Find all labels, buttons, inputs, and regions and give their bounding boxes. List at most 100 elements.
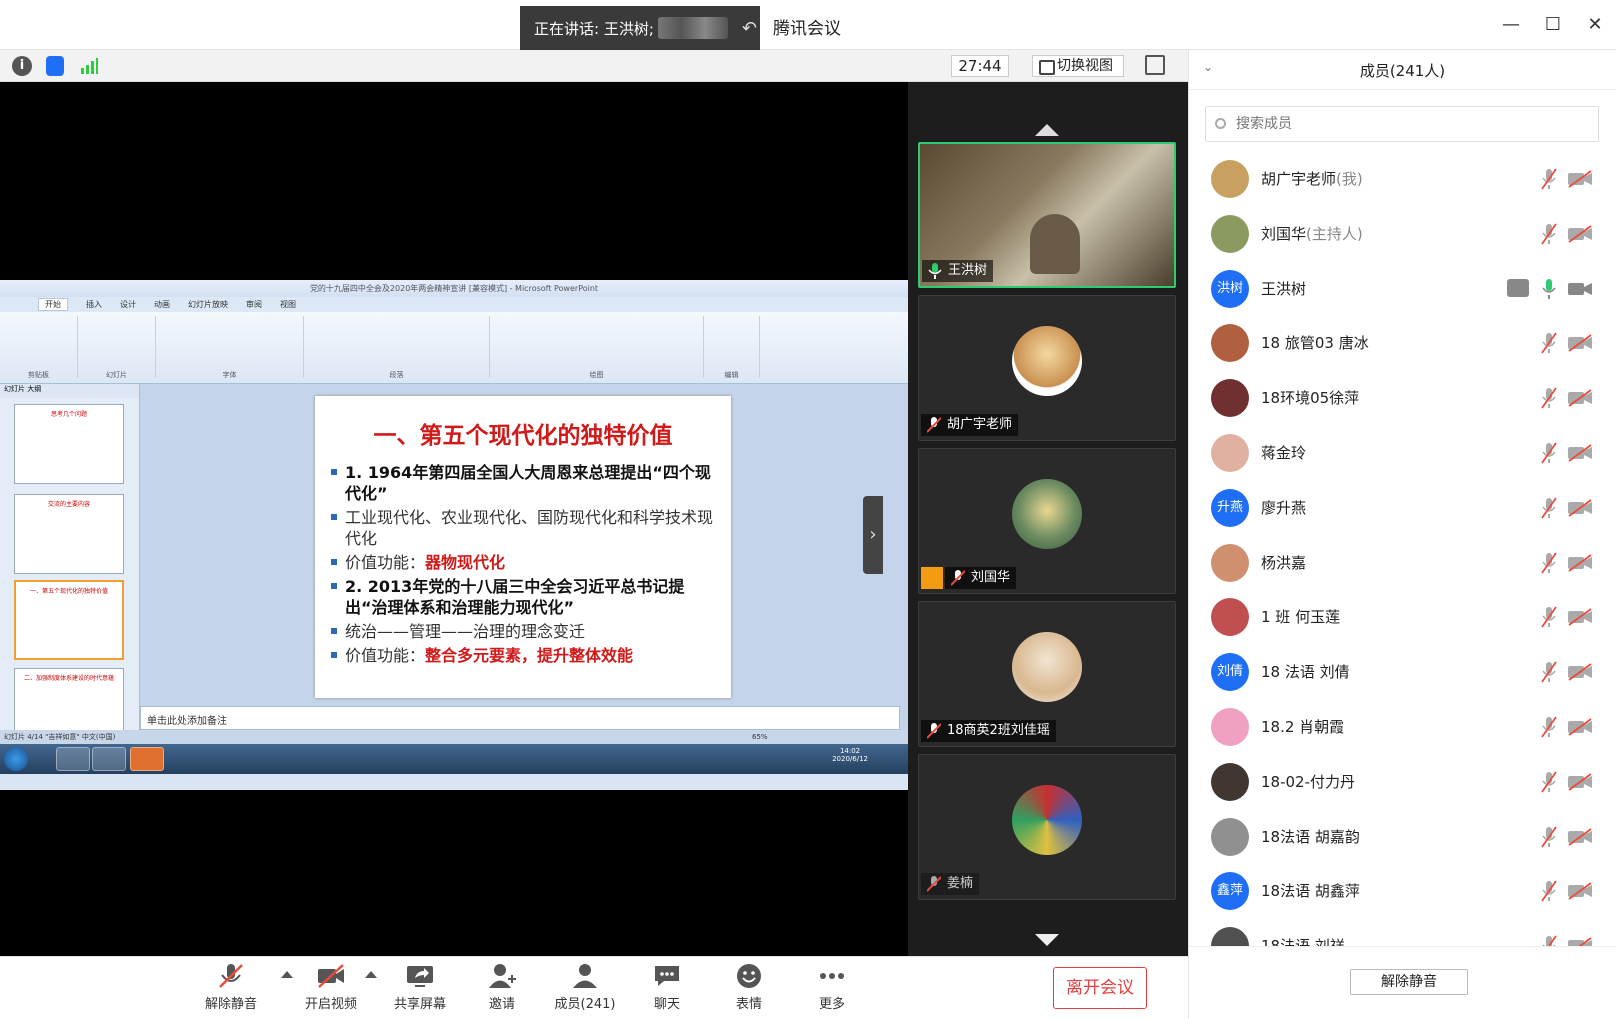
member-row[interactable]: 刘倩 18 法语 刘倩: [1189, 643, 1616, 698]
leave-meeting-button[interactable]: 离开会议: [1053, 967, 1147, 1009]
mic-off-icon[interactable]: [1541, 826, 1557, 848]
mic-off-icon[interactable]: [1541, 716, 1557, 738]
close-button[interactable]: ✕: [1582, 12, 1608, 38]
chat-button[interactable]: 聊天: [647, 961, 687, 1017]
mic-off-icon[interactable]: [1541, 387, 1557, 409]
video-tile-active[interactable]: 王洪树: [918, 142, 1176, 288]
camera-icon[interactable]: [1567, 280, 1593, 298]
camera-off-icon[interactable]: [1567, 663, 1593, 681]
scroll-down-icon[interactable]: [1035, 934, 1059, 946]
video-tile[interactable]: 刘国华: [918, 448, 1176, 594]
mic-on-icon[interactable]: [1541, 278, 1557, 300]
member-row[interactable]: 杨洪嘉: [1189, 534, 1616, 589]
member-row[interactable]: 18-02-付力丹: [1189, 753, 1616, 808]
info-icon[interactable]: i: [12, 56, 32, 76]
member-avatar: [1211, 543, 1249, 582]
camera-off-icon[interactable]: [1567, 827, 1593, 846]
camera-off-icon[interactable]: [1567, 718, 1593, 736]
camera-off-icon[interactable]: [1567, 170, 1593, 188]
ppt-tab: 插入: [86, 300, 102, 309]
maximize-button[interactable]: ☐: [1540, 12, 1566, 38]
emoji-button[interactable]: 表情: [729, 961, 769, 1017]
member-row[interactable]: 18环境05徐萍: [1189, 369, 1616, 424]
member-row[interactable]: 胡广宇老师(我): [1189, 150, 1616, 205]
sharing-screen-icon: [1507, 278, 1529, 297]
return-icon[interactable]: ↶: [742, 18, 757, 39]
video-name-tag: 王洪树: [922, 260, 994, 282]
share-screen-button[interactable]: 共享屏幕: [390, 961, 450, 1017]
member-row[interactable]: 蒋金玲: [1189, 424, 1616, 479]
member-avatar: [1211, 927, 1249, 946]
member-row[interactable]: 18.2 肖朝霞: [1189, 698, 1616, 753]
mic-off-icon[interactable]: [1541, 497, 1557, 519]
camera-off-icon[interactable]: [1567, 225, 1593, 243]
member-row[interactable]: 18法语 胡嘉韵: [1189, 808, 1616, 863]
member-avatar: [1211, 214, 1249, 253]
video-tile[interactable]: 姜楠: [918, 754, 1176, 900]
video-tile[interactable]: 18商英2班刘佳瑶: [918, 601, 1176, 747]
camera-off-icon[interactable]: [1567, 334, 1593, 353]
member-name: 王洪树: [1261, 279, 1307, 298]
slide-bullet: 1. 1964年第四届全国人大周恩来总理提出“四个现代化”: [331, 462, 715, 504]
share-screen-icon: [407, 966, 433, 987]
mic-off-icon[interactable]: [1541, 332, 1557, 354]
camera-off-icon[interactable]: [1567, 608, 1593, 627]
taskbar-explorer-icon: [56, 747, 90, 771]
mic-off-icon[interactable]: [1541, 606, 1557, 628]
unmute-all-button[interactable]: 解除静音: [1350, 969, 1468, 995]
member-row[interactable]: 洪树 王洪树: [1189, 260, 1616, 315]
camera-off-icon[interactable]: [1567, 499, 1593, 517]
invite-button[interactable]: 邀请: [482, 961, 522, 1017]
signal-icon[interactable]: [80, 58, 98, 74]
camera-off-icon[interactable]: [1567, 553, 1593, 572]
member-name: 18法语 刘祥: [1261, 935, 1345, 946]
mic-off-icon[interactable]: [1541, 771, 1557, 793]
security-shield-icon[interactable]: [46, 56, 64, 76]
mic-off-icon[interactable]: [1541, 661, 1557, 683]
camera-off-icon[interactable]: [1567, 389, 1593, 407]
member-search-input[interactable]: [1205, 106, 1599, 142]
video-tile[interactable]: 胡广宇老师: [918, 295, 1176, 441]
member-row[interactable]: 鑫萍 18法语 胡鑫萍: [1189, 862, 1616, 917]
member-name: 胡广宇老师(我): [1261, 170, 1363, 188]
unmute-button[interactable]: 解除静音: [200, 961, 262, 1017]
start-button-icon: [4, 747, 28, 771]
member-row[interactable]: 刘国华(主持人): [1189, 205, 1616, 260]
mic-off-icon[interactable]: [1541, 442, 1557, 464]
switch-view-button[interactable]: 切换视图: [1032, 55, 1124, 77]
mic-off-icon[interactable]: [1541, 168, 1557, 190]
shared-screen: 党的十九届四中全会及2020年两会精神宣讲 [兼容模式] - Microsoft…: [0, 82, 908, 956]
camera-off-icon[interactable]: [1567, 444, 1593, 462]
member-panel: ⌄ 成员(241人) 胡广宇老师(我) 刘国华(主持人) 洪树王洪树 18 旅管03 …: [1188, 50, 1616, 1019]
member-name: 廖升燕: [1261, 498, 1307, 517]
more-button[interactable]: 更多: [812, 961, 852, 1017]
camera-off-icon[interactable]: [1567, 882, 1593, 901]
participant-avatar: [1012, 632, 1082, 702]
participant-avatar: [1012, 479, 1082, 549]
video-options-caret-icon[interactable]: [365, 971, 377, 978]
member-row[interactable]: 18法语 刘祥: [1189, 917, 1616, 946]
mic-off-icon[interactable]: [1541, 880, 1557, 902]
slide-bullet: 工业现代化、农业现代化、国防现代化和科学技术现代化: [331, 507, 715, 549]
minimize-button[interactable]: —: [1498, 12, 1524, 38]
mic-off-icon[interactable]: [1541, 935, 1557, 946]
more-icon: [820, 973, 844, 979]
camera-off-icon[interactable]: [1567, 937, 1593, 946]
slide-bullet: 价值功能：整合多元要素，提升整体效能: [331, 645, 715, 666]
powerpoint-window: 党的十九届四中全会及2020年两会精神宣讲 [兼容模式] - Microsoft…: [0, 280, 908, 790]
taskbar-powerpoint-icon: [130, 747, 164, 771]
members-button[interactable]: 成员(241): [550, 961, 620, 1017]
expand-panel-handle[interactable]: ›: [863, 496, 883, 574]
member-row[interactable]: 18 旅管03 唐冰: [1189, 314, 1616, 369]
mic-off-icon[interactable]: [1541, 223, 1557, 245]
audio-options-caret-icon[interactable]: [281, 971, 293, 978]
ppt-tab: 开始: [38, 298, 68, 311]
mic-off-icon[interactable]: [1541, 552, 1557, 574]
camera-off-icon[interactable]: [1567, 773, 1593, 791]
member-row[interactable]: 升燕 廖升燕: [1189, 479, 1616, 534]
start-video-button[interactable]: 开启视频: [300, 961, 362, 1017]
fullscreen-icon[interactable]: [1145, 55, 1165, 75]
scroll-up-icon[interactable]: [1035, 124, 1059, 136]
thumb-pane-tabs: 幻灯片 大纲: [0, 384, 139, 398]
member-row[interactable]: 1 班 何玉莲: [1189, 588, 1616, 643]
